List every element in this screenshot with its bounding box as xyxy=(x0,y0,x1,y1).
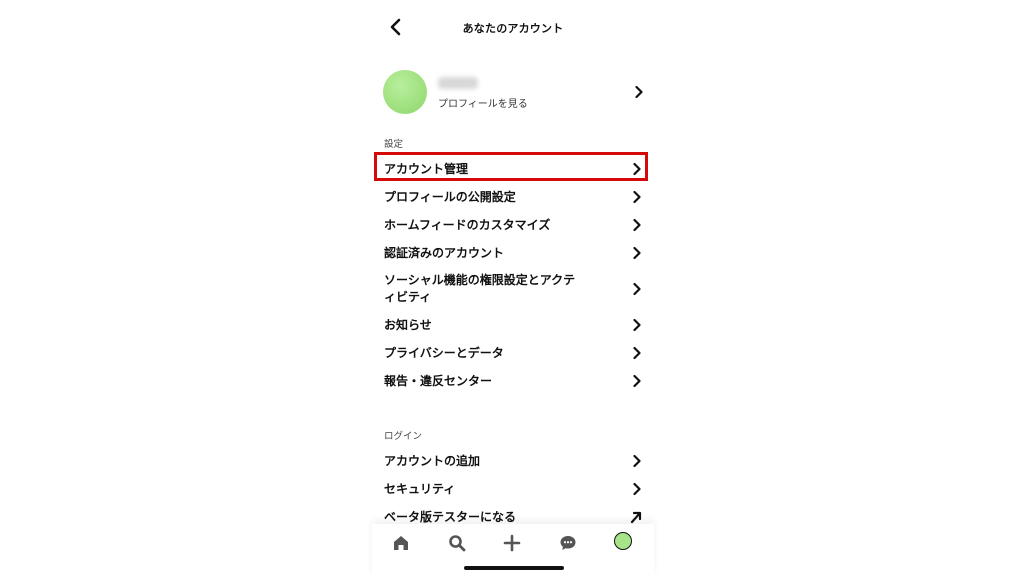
settings-item-label: アカウント管理 xyxy=(384,162,469,176)
avatar xyxy=(383,70,427,114)
view-profile-label: プロフィールを見る xyxy=(438,99,528,110)
chat-icon[interactable] xyxy=(557,532,579,554)
login-item-add-account[interactable]: アカウントの追加 xyxy=(376,452,650,470)
settings-item-report-center[interactable]: 報告・違反センター xyxy=(376,372,650,390)
chevron-right-icon xyxy=(632,162,642,176)
chevron-right-icon xyxy=(632,346,642,360)
profile-avatar[interactable] xyxy=(614,532,632,550)
chevron-right-icon xyxy=(632,374,642,388)
top-bar: あなたのアカウント xyxy=(372,0,654,54)
arrow-up-right-icon xyxy=(630,510,642,524)
section-label-login: ログイン xyxy=(384,431,423,442)
home-indicator xyxy=(464,566,564,570)
profile-name-blurred xyxy=(438,77,478,89)
page-title: あなたのアカウント xyxy=(462,22,564,35)
section-label-settings: 設定 xyxy=(384,139,404,150)
settings-item-label: 認証済みのアカウント xyxy=(384,246,505,260)
login-item-label: アカウントの追加 xyxy=(384,454,481,468)
chevron-right-icon xyxy=(634,85,644,99)
settings-item-social-permissions[interactable]: ソーシャル機能の権限設定とアクテ ィビティ xyxy=(376,272,650,306)
login-item-security[interactable]: セキュリティ xyxy=(376,480,650,498)
login-item-label: ベータ版テスターになる xyxy=(384,510,517,524)
settings-item-label: ホームフィードのカスタマイズ xyxy=(384,218,551,232)
home-icon[interactable] xyxy=(390,532,412,554)
chevron-right-icon xyxy=(632,454,642,468)
phone-screen: あなたのアカウント プロフィールを見る 設定 アカウント管理 プロフィールの公開… xyxy=(372,0,654,576)
settings-item-profile-visibility[interactable]: プロフィールの公開設定 xyxy=(376,188,650,206)
settings-item-label: プロフィールの公開設定 xyxy=(384,190,516,204)
plus-icon[interactable] xyxy=(501,532,523,554)
settings-item-label-line2: ィビティ xyxy=(384,290,432,304)
chevron-right-icon xyxy=(632,318,642,332)
profile-row[interactable]: プロフィールを見る xyxy=(382,68,644,116)
search-icon[interactable] xyxy=(446,532,468,554)
chevron-right-icon xyxy=(632,218,642,232)
settings-item-label: プライバシーとデータ xyxy=(384,346,504,360)
login-item-label: セキュリティ xyxy=(384,482,456,496)
settings-item-label: 報告・違反センター xyxy=(384,374,493,388)
chevron-right-icon xyxy=(632,190,642,204)
settings-item-privacy-data[interactable]: プライバシーとデータ xyxy=(376,344,650,362)
settings-item-account-management[interactable]: アカウント管理 xyxy=(376,160,650,178)
chevron-right-icon xyxy=(632,282,642,296)
chevron-right-icon xyxy=(632,246,642,260)
settings-item-label: お知らせ xyxy=(384,318,432,332)
settings-item-label-line1: ソーシャル機能の権限設定とアクテ xyxy=(384,273,576,287)
settings-item-verified-accounts[interactable]: 認証済みのアカウント xyxy=(376,244,650,262)
settings-item-notifications[interactable]: お知らせ xyxy=(376,316,650,334)
chevron-right-icon xyxy=(632,482,642,496)
settings-item-home-feed[interactable]: ホームフィードのカスタマイズ xyxy=(376,216,650,234)
